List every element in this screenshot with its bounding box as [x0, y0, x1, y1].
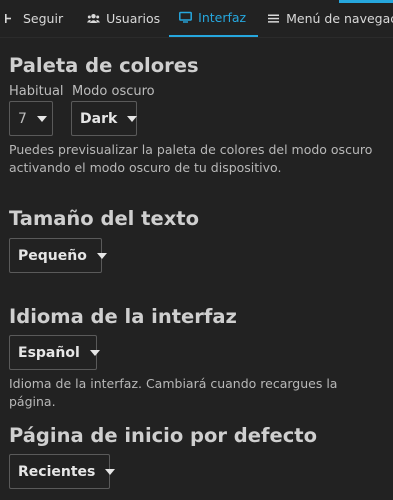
language-title: Idioma de la interfaz [9, 305, 237, 328]
tab-interfaz[interactable]: Interfaz [169, 0, 259, 37]
tab-interfaz-label: Interfaz [198, 10, 247, 25]
regular-palette-select[interactable]: 7 [9, 101, 53, 136]
dark-palette-value: Dark [80, 110, 118, 127]
regular-palette-value: 7 [18, 110, 27, 127]
users-icon [87, 12, 101, 25]
chevron-down-icon [105, 468, 116, 475]
tab-menu-navegacion-label: Menú de navegació [286, 11, 393, 26]
homepage-select[interactable]: Recientes [9, 454, 116, 489]
regular-palette-label: Habitual [9, 84, 64, 99]
tab-usuarios[interactable]: Usuarios [78, 0, 169, 37]
preferences-tabs: Seguir Usuarios Interfaz Menú de navega [0, 0, 393, 38]
text-size-value: Pequeño [18, 247, 87, 264]
preferences-page: Seguir Usuarios Interfaz Menú de navega … [0, 0, 393, 500]
dark-palette-label: Modo oscuro [72, 84, 155, 99]
tab-seguir[interactable]: Seguir [0, 0, 78, 37]
chevron-down-icon [36, 115, 47, 122]
menu-icon [267, 12, 280, 25]
tab-seguir-label: Seguir [23, 11, 64, 26]
homepage-title: Página de inicio por defecto [9, 424, 317, 447]
tab-menu-navegacion[interactable]: Menú de navegació [258, 0, 393, 37]
partial-icon [4, 12, 17, 25]
palette-title: Paleta de colores [9, 54, 199, 77]
dark-palette-select[interactable]: Dark [71, 101, 138, 136]
chevron-down-icon [96, 252, 107, 259]
language-select[interactable]: Español [9, 335, 100, 370]
chevron-down-icon [89, 349, 100, 356]
tab-usuarios-label: Usuarios [106, 11, 161, 26]
language-help-text: Idioma de la interfaz. Cambiará cuando r… [9, 376, 338, 409]
monitor-icon [179, 11, 193, 24]
language-value: Español [18, 344, 80, 361]
text-size-select[interactable]: Pequeño [9, 238, 107, 273]
palette-help-text: Puedes previsualizar la paleta de colore… [9, 142, 373, 175]
chevron-down-icon [127, 115, 138, 122]
homepage-value: Recientes [18, 463, 96, 480]
text-size-title: Tamaño del texto [9, 207, 199, 230]
